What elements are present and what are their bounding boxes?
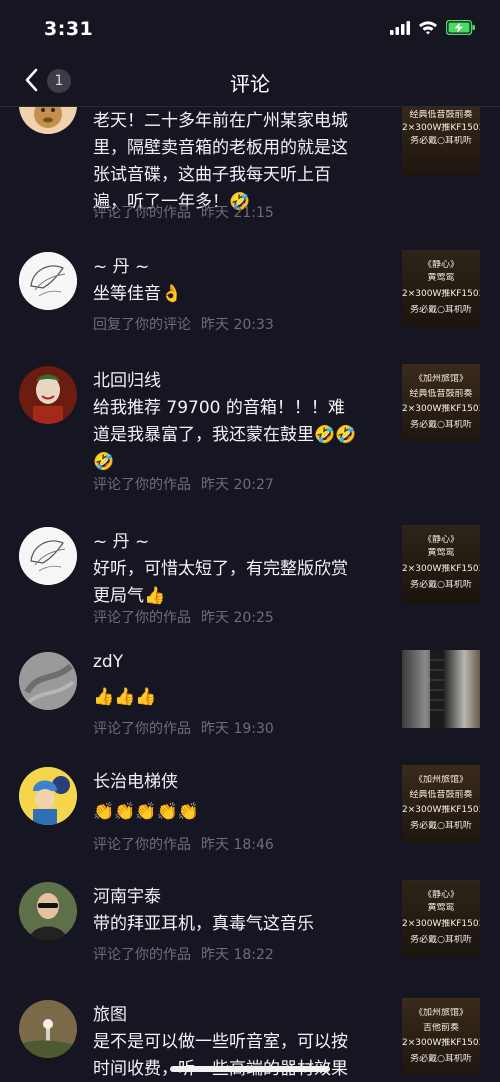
avatar[interactable] [19,652,77,710]
thumb-text: 2×300W推KF1503 [402,805,480,815]
username[interactable]: zdY [93,652,123,672]
video-thumbnail[interactable] [402,650,480,728]
comment-text: 给我推荐 79700 的音箱！！！难道是我暴富了，我还蒙在鼓里🤣🤣🤣 [93,398,357,472]
comment-text: 👏👏👏👏👏 [93,802,199,822]
comment-time: 昨天 20:33 [201,317,274,333]
thumb-text: 2×300W推KF1503 [402,1038,480,1048]
thumb-text: 务必戴○耳机听 [410,821,472,831]
avatar[interactable] [19,366,77,424]
avatar[interactable] [19,252,77,310]
comment-meta: 评论了你的作品 昨天 18:22 [93,944,274,964]
video-thumbnail[interactable]: 《静心》 黄莺鸾 2×300W推KF1503 务必戴○耳机听 [402,250,480,328]
landscape-photo-avatar-icon [19,1000,77,1058]
thumb-text: 经典低音鼓前奏 [409,790,473,800]
video-thumbnail[interactable]: 《加州旅馆》 吉他前奏 2×300W推KF1503 务必戴○耳机听 [402,998,480,1076]
comment-action: 评论了你的作品 [93,947,191,963]
page-title: 评论 [230,72,270,96]
username[interactable]: 北回归线 [93,366,161,391]
thumb-text: 务必戴○耳机听 [410,935,472,945]
equipment-rack-image [430,650,444,728]
thumb-text: 《静心》 [422,535,459,545]
thumb-text: 黄莺鸾 [427,273,455,283]
signal-icon [390,20,410,35]
thumb-text: 2×300W推KF1503 [402,289,480,299]
comment-list[interactable]: 老天！二十多年前在广州某家电城里，隔壁卖音箱的老板用的就是这张试音碟，这曲子我每… [0,106,500,1082]
thumb-text: 2×300W推KF1503 [402,564,480,574]
avatar[interactable] [19,106,77,134]
avatar[interactable] [19,767,77,825]
video-thumbnail[interactable]: 经典低音鼓前奏 2×300W推KF1503 务必戴○耳机听 [402,106,480,176]
comment-meta: 评论了你的作品 昨天 20:25 [93,607,274,627]
thumb-text: 经典低音鼓前奏 [409,110,473,120]
video-thumbnail[interactable]: 《静心》 黄莺鸾 2×300W推KF1503 务必戴○耳机听 [402,525,480,603]
status-icons [390,20,476,35]
comment-meta: 回复了你的评论 昨天 20:33 [93,314,274,334]
comment-text: 👍👍👍 [93,687,157,707]
thumb-text: 《静心》 [422,260,459,270]
thumb-text: 《加州旅馆》 [413,775,468,785]
sketch-portrait-avatar-icon [19,252,77,310]
thumb-text: 2×300W推KF1503 [402,404,480,414]
wifi-icon [419,21,437,35]
comment-text: 带的拜亚耳机，真毒气这音乐 [93,914,314,934]
thumb-text: 务必戴○耳机听 [410,305,472,315]
comment-text: 老天！二十多年前在广州某家电城里，隔壁卖音箱的老板用的就是这张试音碟，这曲子我每… [93,111,348,212]
comment-time: 昨天 18:22 [201,947,274,963]
comment-time: 昨天 20:27 [201,477,274,493]
thumb-text: 《加州旅馆》 [413,1008,468,1018]
comment-time: 昨天 20:25 [201,610,274,626]
comment-action: 评论了你的作品 [93,610,191,626]
thumb-text: 吉他前奏 [422,1023,459,1033]
thumb-text: 务必戴○耳机听 [410,136,472,146]
battery-charging-icon [446,20,475,35]
comment-text: 是不是可以做一些听音室，可以按时间收费，听一些高端的器材效果 [93,1032,348,1079]
grey-photo-avatar-icon [19,652,77,710]
thumb-text: 务必戴○耳机听 [410,420,472,430]
comment-action: 评论了你的作品 [93,721,191,737]
worker-cartoon-avatar-icon [19,767,77,825]
comment-action: 评论了你的作品 [93,837,191,853]
status-time: 3:31 [44,18,94,40]
comment-text: 好听，可惜太短了，有完整版欣赏更局气👍 [93,559,348,606]
username[interactable]: 旅图 [93,1000,127,1025]
username[interactable]: ~ 丹 ~ [93,252,149,277]
comment-meta: 评论了你的作品 昨天 20:27 [93,474,274,494]
comment-action: 评论了你的作品 [93,477,191,493]
comment-time: 昨天 19:30 [201,721,274,737]
home-indicator[interactable] [170,1066,330,1072]
joker-avatar-icon [19,366,77,424]
video-thumbnail[interactable]: 《静心》 黄莺鸾 2×300W推KF1503 务必戴○耳机听 [402,880,480,958]
thumb-text: 经典低音鼓前奏 [409,389,473,399]
avatar[interactable] [19,882,77,940]
thumb-text: 黄莺鸾 [427,903,455,913]
comment-time: 昨天 21:15 [201,205,274,221]
person-photo-avatar-icon [19,882,77,940]
video-thumbnail[interactable]: 《加州旅馆》 经典低音鼓前奏 2×300W推KF1503 务必戴○耳机听 [402,765,480,843]
thumb-text: 《静心》 [422,890,459,900]
avatar[interactable] [19,1000,77,1058]
comment-meta: 评论了你的作品 昨天 19:30 [93,718,274,738]
cartoon-avatar-icon [19,106,77,134]
comment-meta: 评论了你的作品 昨天 18:46 [93,834,274,854]
comment-action: 回复了你的评论 [93,317,191,333]
sketch-portrait-avatar-icon [19,527,77,585]
comment-meta: 评论了你的作品 昨天 21:15 [93,202,274,222]
comment-action: 评论了你的作品 [93,205,191,221]
avatar[interactable] [19,527,77,585]
nav-bar: 1 评论 [0,56,500,107]
comment-time: 昨天 18:46 [201,837,274,853]
comment-text: 坐等佳音👌 [93,284,183,304]
thumb-text: 2×300W推KF1503 [402,919,480,929]
username[interactable]: ~ 丹 ~ [93,527,149,552]
video-thumbnail[interactable]: 《加州旅馆》 经典低音鼓前奏 2×300W推KF1503 务必戴○耳机听 [402,364,480,442]
username[interactable]: 河南宇泰 [93,882,161,907]
thumb-text: 黄莺鸾 [427,548,455,558]
thumb-text: 务必戴○耳机听 [410,1054,472,1064]
thumb-text: 《加州旅馆》 [413,374,468,384]
thumb-text: 2×300W推KF1503 [402,123,480,133]
thumb-text: 务必戴○耳机听 [410,580,472,590]
username[interactable]: 长治电梯侠 [93,767,178,792]
status-bar: 3:31 [0,0,500,56]
